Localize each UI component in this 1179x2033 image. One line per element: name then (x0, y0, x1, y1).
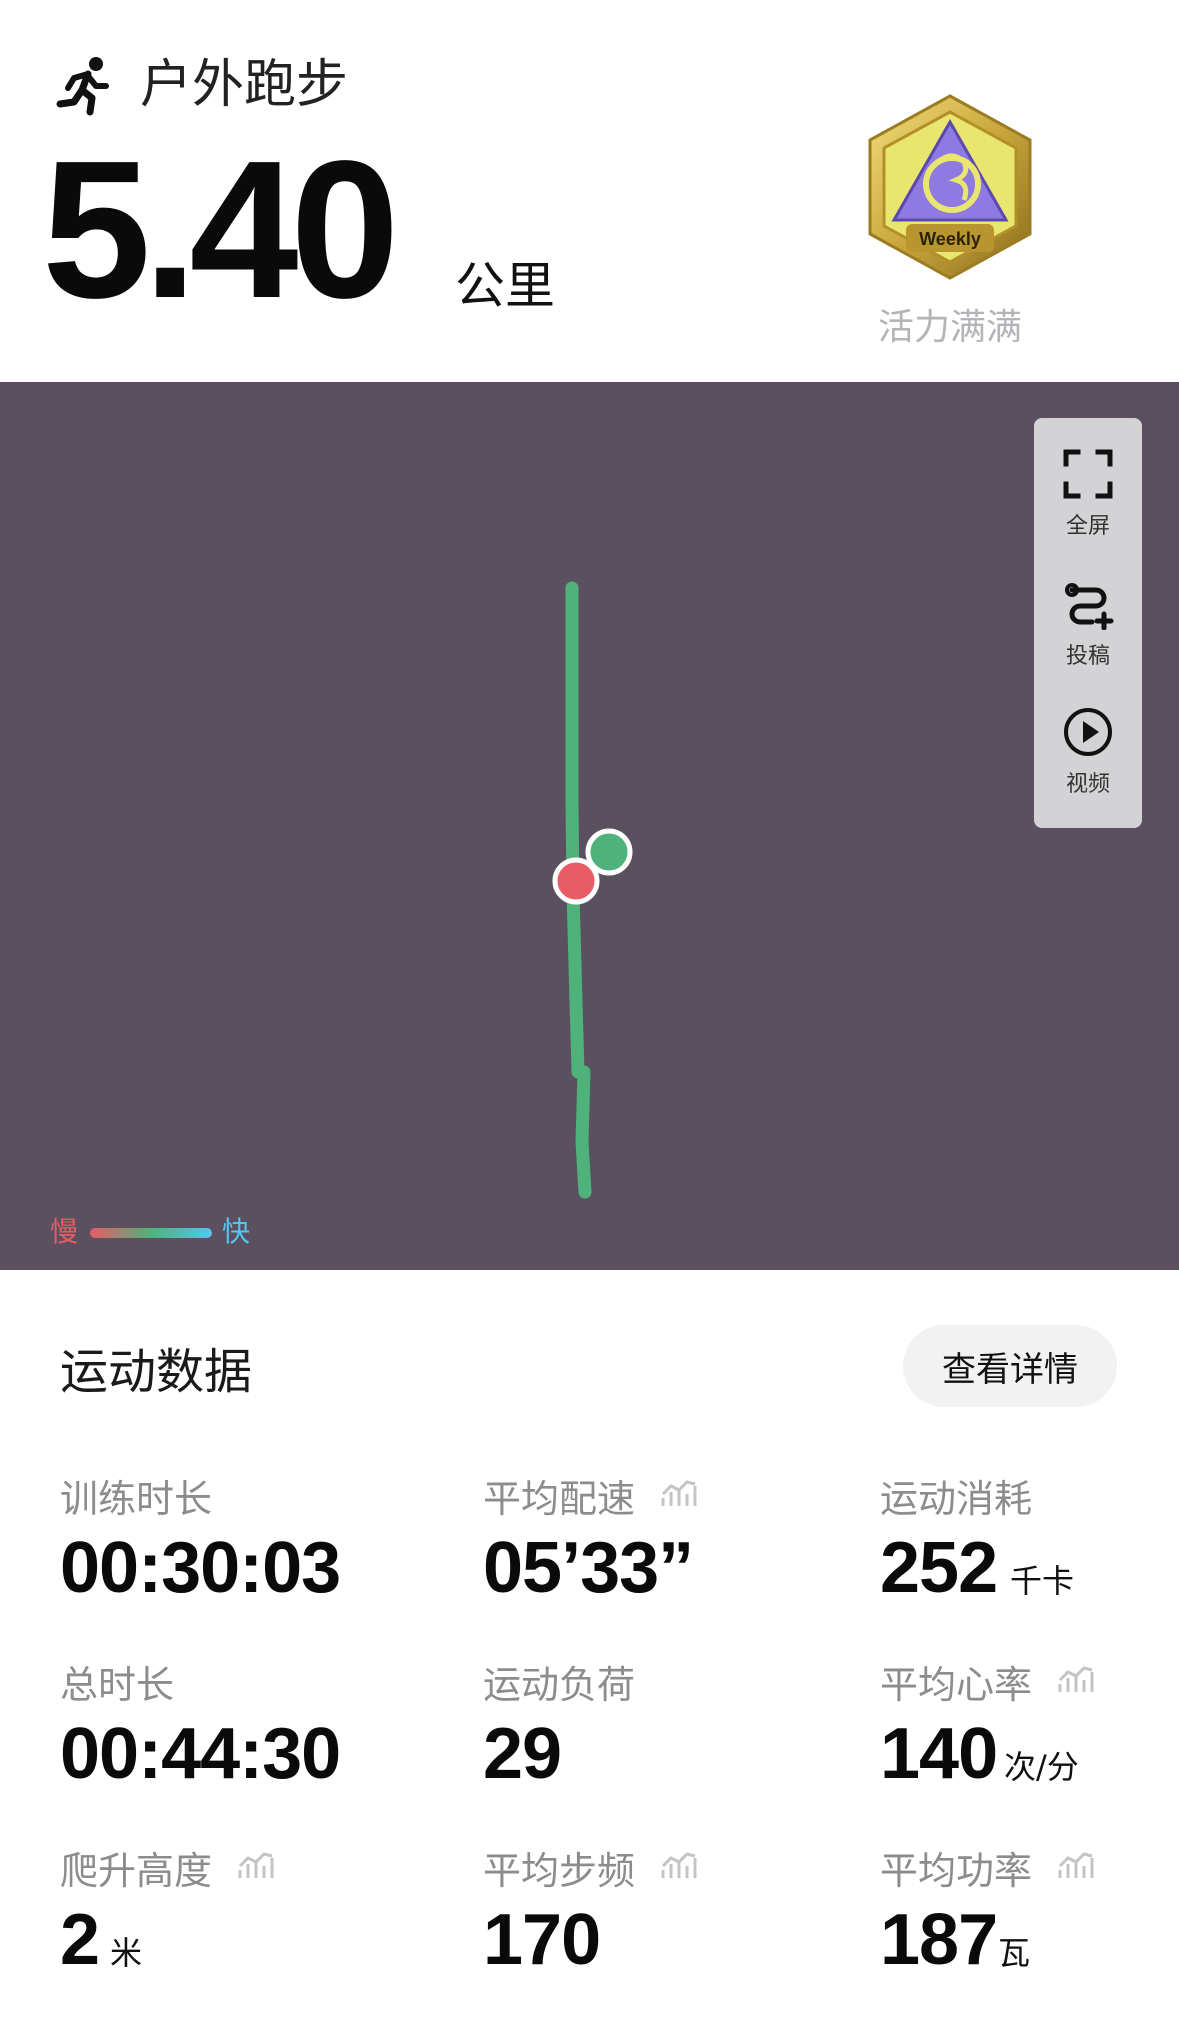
route-map[interactable]: 全屏 投稿 视频 慢 快 (0, 382, 1179, 1270)
badge-text: Weekly (919, 229, 981, 249)
stat-label: 平均功率 (880, 1849, 1033, 1893)
post-label: 投稿 (1065, 644, 1110, 669)
stat-value: 187 (880, 1900, 998, 1980)
stat-value: 170 (483, 1900, 601, 1980)
stat-label: 总时长 (60, 1663, 175, 1707)
view-details-button[interactable]: 查看详情 (903, 1325, 1117, 1407)
post-button[interactable]: 投稿 (1034, 578, 1142, 670)
stat-value: 29 (483, 1714, 562, 1794)
trend-chart-icon[interactable] (661, 1476, 699, 1508)
stat-label: 运动负荷 (483, 1663, 636, 1707)
fullscreen-label: 全屏 (1065, 514, 1110, 539)
stat-value: 00:44:30 (60, 1714, 341, 1794)
trend-chart-icon[interactable] (1058, 1662, 1096, 1694)
stat-label: 爬升高度 (60, 1849, 213, 1893)
distance-unit: 公里 (455, 257, 555, 315)
stat-value: 140 (880, 1714, 998, 1794)
legend-gradient (90, 1228, 212, 1238)
stat-unit: 千卡 (1010, 1562, 1075, 1600)
stat-label: 平均配速 (483, 1477, 636, 1521)
video-button[interactable]: 视频 (1034, 706, 1142, 798)
badge-name: 活力满满 (877, 307, 1022, 348)
weekly-badge-icon[interactable]: Weekly (860, 92, 1040, 282)
section-title: 运动数据 (60, 1344, 253, 1400)
map-toolbar: 全屏 投稿 视频 (1034, 418, 1142, 828)
running-icon (56, 57, 109, 116)
legend-slow: 慢 (50, 1215, 79, 1248)
stat-label: 平均心率 (880, 1663, 1033, 1707)
stat-unit: 次/分 (1004, 1748, 1079, 1786)
stat-value: 252 (880, 1528, 998, 1608)
stat-unit: 米 (110, 1934, 143, 1972)
legend-fast: 快 (222, 1215, 251, 1248)
trend-chart-icon[interactable] (1058, 1848, 1096, 1880)
trend-chart-icon[interactable] (661, 1848, 699, 1880)
stat-value: 00:30:03 (60, 1528, 341, 1608)
stat-label: 平均步频 (483, 1849, 636, 1893)
stat-label: 训练时长 (60, 1477, 213, 1521)
route-add-icon (1065, 583, 1114, 630)
trend-chart-icon[interactable] (238, 1848, 276, 1880)
distance-value: 5.40 (42, 120, 399, 339)
fullscreen-icon (1063, 449, 1113, 499)
fullscreen-button[interactable]: 全屏 (1034, 448, 1142, 540)
activity-title: 户外跑步 (140, 55, 349, 115)
stat-unit: 瓦 (998, 1934, 1031, 1972)
end-marker (552, 857, 600, 905)
stat-value: 05’33” (483, 1528, 694, 1608)
video-label: 视频 (1065, 772, 1110, 797)
route-track (552, 581, 633, 1199)
play-icon (1064, 708, 1112, 756)
stat-label: 运动消耗 (880, 1477, 1033, 1521)
stat-value: 2 (60, 1900, 100, 1980)
